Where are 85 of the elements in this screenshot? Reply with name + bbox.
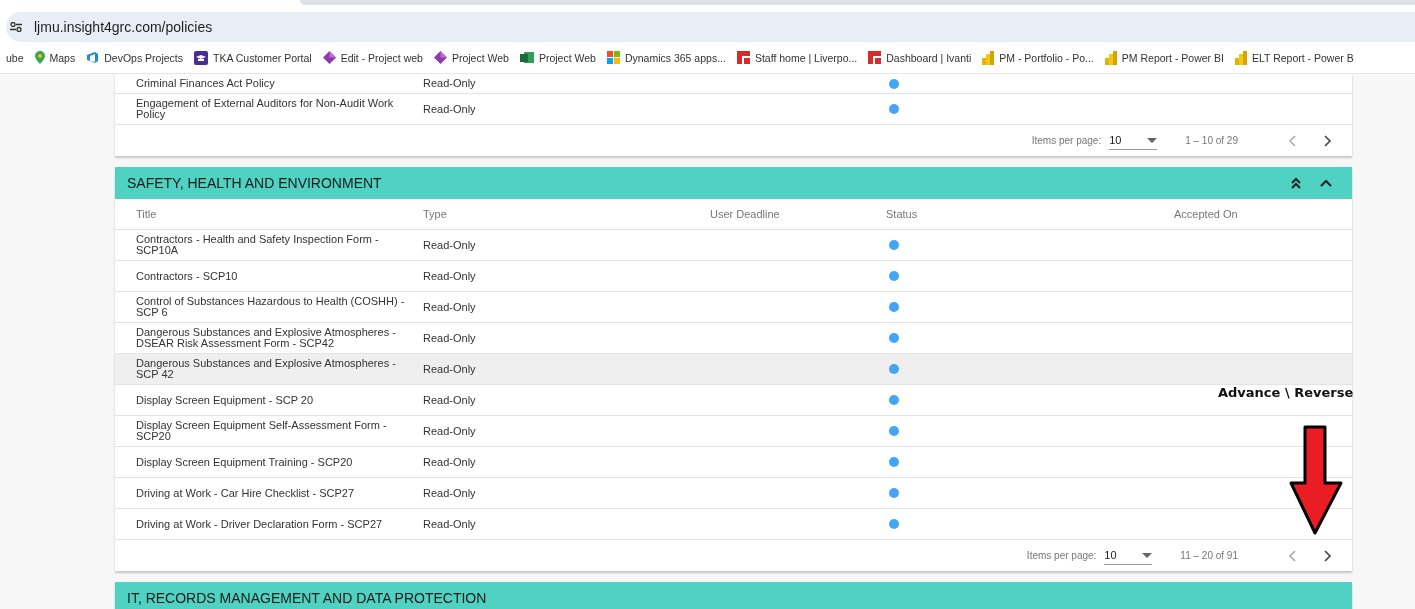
dropdown-caret-icon [1142,552,1153,558]
bookmark-link[interactable]: DevOps Projects [86,51,183,64]
title-cell-text: Contractors - SCP10 [136,270,239,282]
bookmark-link[interactable]: Dashboard | Ivanti [868,51,972,64]
type-cell-text: Read-Only [423,363,477,375]
title-cell-text: Display Screen Equipment Self-Assessment Form - SCP20 [136,420,388,442]
bar-chart-icon [1234,50,1247,65]
bookmark-link[interactable]: Dynamics 365 apps... [606,51,726,64]
bar-chart-icon [1104,50,1117,65]
title-cell-text: Dangerous Substances and Explosive Atmospheres - DSEAR Risk Assessment Form - SCP42 [136,327,397,349]
bookmark-link[interactable]: ELT Report - Power B [1234,50,1354,65]
type-cell-text: Read-Only [423,487,477,499]
four-squares-icon [606,51,620,64]
table-row[interactable]: Contractors - SCP10 Read-Only [115,261,1352,292]
map-pin-icon [34,51,45,64]
items-per-page-label: Items per page: [1026,550,1097,561]
section-title: SAFETY, HEALTH AND ENVIRONMENT [127,175,383,191]
diamond-icon [433,51,447,64]
type-cell-text: Read-Only [423,425,477,437]
page-range: 11 – 20 of 91 [1180,550,1238,561]
title-cell-text: Criminal Finances Act Policy [136,78,276,89]
logo-icon [736,51,750,64]
title-cell-text: Display Screen Equipment - SCP 20 [136,394,315,406]
table-row[interactable]: Driving at Work - Car Hire Checklist - SCP27 Read-Only [115,478,1352,509]
table-row[interactable]: Engagement of External Auditors for Non-Audit Work Policy Read-Only [115,94,1352,125]
items-per-page-label: Items per page: [1031,135,1102,146]
double-chevron-up-icon [1290,177,1302,189]
type-cell-text: Read-Only [423,332,477,344]
chevron-left-icon [1288,549,1296,562]
devops-icon [86,51,100,64]
chevron-left-icon [1288,134,1296,147]
column-header: User Deadline [710,208,781,220]
type-cell-text: Read-Only [423,301,477,313]
diamond-icon [322,51,336,64]
bookmark-link[interactable]: Maps [34,51,76,64]
bookmark-link[interactable]: Project Web [519,51,596,64]
bookmark-link[interactable]: ube [6,51,24,64]
bookmark-link[interactable]: Edit - Project web [322,51,423,64]
bookmark-link[interactable]: TKA Customer Portal [194,50,312,65]
title-cell-text: Driving at Work - Driver Declaration Form - SCP27 [136,518,384,530]
bookmark-link[interactable]: PM Report - Power BI [1104,50,1224,65]
page-size-select[interactable]: 10 [1109,131,1158,150]
title-cell-text: Contractors - Health and Safety Inspection Form - SCP10A [136,234,380,256]
table-row[interactable]: Criminal Finances Act Policy Read-Only [115,74,1352,94]
type-cell-text: Read-Only [423,518,477,530]
table-row[interactable]: Dangerous Substances and Explosive Atmospheres - SCP 42 Read-Only [115,354,1352,385]
page-range: 1 – 10 of 29 [1185,135,1238,146]
title-cell-text: Dangerous Substances and Explosive Atmospheres - SCP 42 [136,358,397,380]
section-title: IT, RECORDS MANAGEMENT AND DATA PROTECTION [127,590,488,606]
type-cell-text: Read-Only [423,270,477,282]
table-row[interactable]: Contractors - Health and Safety Inspection Form - SCP10A Read-Only [115,230,1352,261]
dropdown-caret-icon [1147,137,1158,143]
chevron-right-icon [1324,134,1332,147]
bar-chart-icon [982,50,995,65]
column-header: Title [136,208,158,220]
page-size-select[interactable]: 10 [1104,546,1153,565]
type-cell-text: Read-Only [423,394,477,406]
column-header: Status [886,208,919,220]
graduation-cap-icon [194,50,208,65]
title-cell-text: Engagement of External Auditors for Non-Audit Work Policy [136,98,395,120]
table-row[interactable]: Display Screen Equipment Self-Assessment Form - SCP20 Read-Only [115,416,1352,447]
table-row[interactable]: Control of Substances Hazardous to Health (COSHH) - SCP 6 Read-Only [115,292,1352,323]
annotation-text: Advance \ Reverse [1218,385,1354,400]
title-cell-text: Driving at Work - Car Hire Checklist - SCP27 [136,487,355,499]
type-cell-text: Read-Only [423,103,477,115]
column-header: Type [423,208,448,220]
type-cell-text: Read-Only [423,456,477,468]
chevron-up-icon [1319,177,1333,189]
bookmark-link[interactable]: Staff home | Liverpo... [736,51,858,64]
type-cell-text: Read-Only [423,239,477,251]
bookmark-link[interactable]: Project Web [433,51,509,64]
address-bar[interactable]: ljmu.insight4grc.com/policies [6,12,1415,42]
logo-icon [868,51,882,64]
table-row[interactable]: Display Screen Equipment Training - SCP20 Read-Only [115,447,1352,478]
title-cell-text: Control of Substances Hazardous to Health (COSHH) - SCP 6 [136,296,406,318]
table-row[interactable]: Driving at Work - Driver Declaration Form - SCP27 Read-Only [115,509,1352,540]
title-cell-text: Display Screen Equipment Training - SCP20 [136,456,354,468]
table-row[interactable]: Dangerous Substances and Explosive Atmospheres - DSEAR Risk Assessment Form - SCP42 Read-Only [115,323,1352,354]
type-cell-text: Read-Only [423,78,477,89]
url-text: ljmu.insight4grc.com/policies [34,19,213,35]
column-header: Accepted On [1174,208,1239,220]
bookmark-link[interactable]: PM - Portfolio - Po... [982,50,1094,65]
chevron-right-icon [1324,549,1332,562]
site-settings-icon [10,22,22,32]
spreadsheet-icon [519,51,534,64]
